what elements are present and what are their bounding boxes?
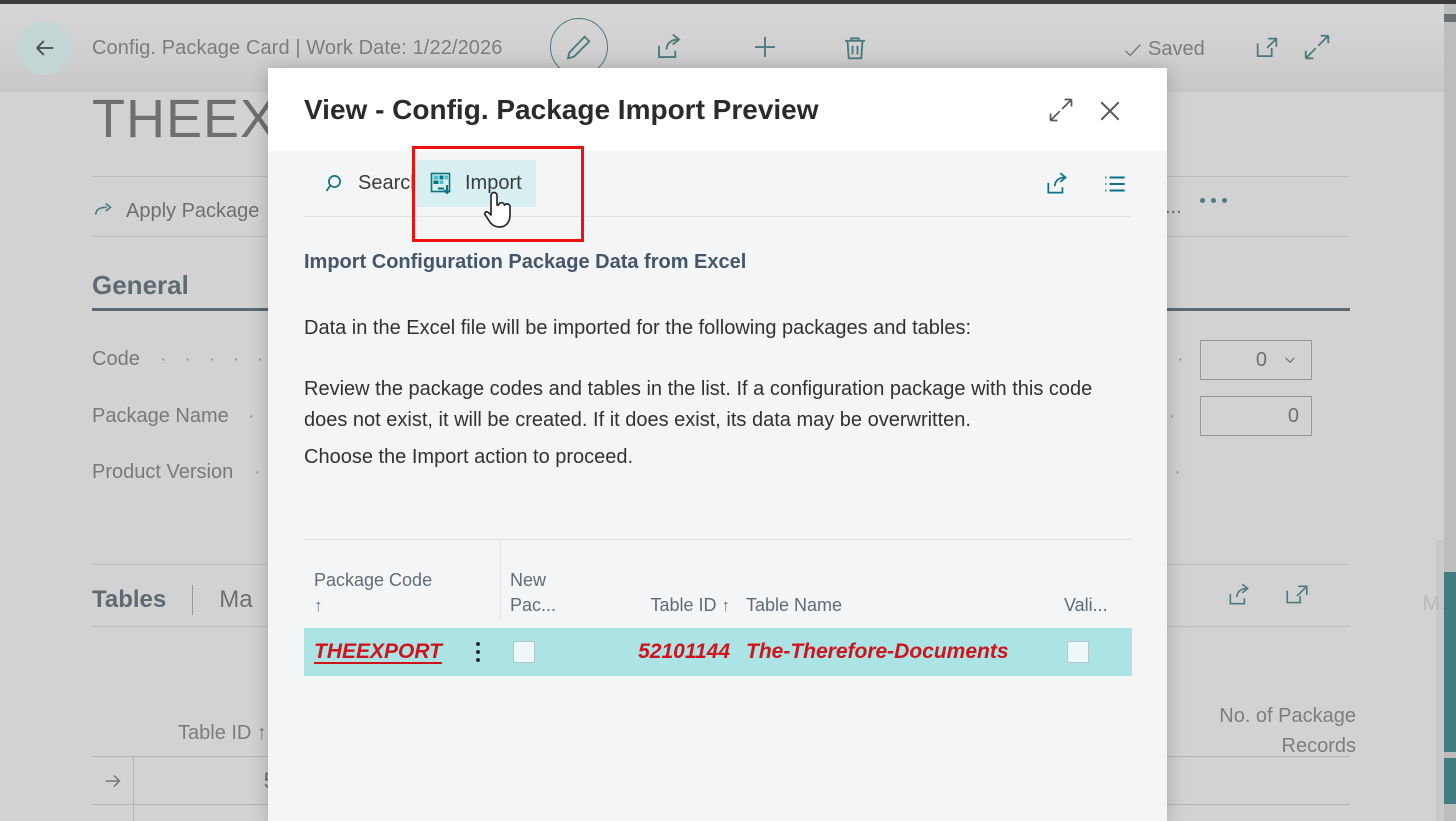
new-button[interactable] — [748, 32, 782, 67]
kebab-dot — [476, 658, 480, 662]
column-header-validate[interactable]: Vali... — [1064, 593, 1108, 618]
dialog-toolbar-right-icons — [1043, 171, 1129, 197]
check-icon — [1122, 39, 1144, 61]
preview-table-header: Package Code ↑ New Pac... Table ID ↑ Tab… — [304, 540, 1132, 620]
column-header-package-code-label: Package Code — [314, 570, 432, 590]
inner-scrollbar-track[interactable] — [1436, 540, 1444, 821]
subgrid-toolbar — [1225, 582, 1311, 608]
import-excel-icon — [429, 171, 455, 197]
arrow-curve-right-icon — [92, 200, 116, 222]
import-preview-dialog: View - Config. Package Import Preview Se… — [268, 68, 1167, 821]
close-icon — [1095, 96, 1125, 126]
arrow-right-icon — [101, 770, 125, 792]
column-header-table-id-label: Table ID — [650, 595, 716, 615]
plus-icon — [748, 32, 782, 62]
apply-package-button[interactable]: Apply Package — [92, 200, 259, 223]
back-button[interactable] — [18, 21, 72, 75]
checkbox-new-package[interactable] — [513, 641, 535, 663]
dialog-paragraph-3: Choose the Import action to proceed. — [304, 442, 1132, 473]
teal-accent-strip — [1444, 758, 1456, 804]
share-button[interactable] — [652, 32, 686, 67]
trash-icon — [840, 32, 870, 62]
ellipsis-dot — [1211, 198, 1216, 203]
dialog-title: View - Config. Package Import Preview — [304, 94, 819, 126]
column-header-table-id[interactable]: Table ID ↑ — [600, 593, 730, 618]
delete-button[interactable] — [840, 32, 870, 67]
page-scrollbar-thumb[interactable] — [1444, 14, 1456, 22]
saved-status: Saved — [1122, 38, 1205, 61]
grid-header-table-id[interactable]: Table ID ↑ — [178, 722, 267, 745]
open-in-excel-icon[interactable] — [1283, 582, 1311, 608]
search-icon — [324, 172, 348, 196]
import-label: Import — [465, 172, 522, 195]
column-header-table-name-label: Table Name — [746, 595, 842, 615]
cell-package-code[interactable]: THEEXPORT — [314, 640, 442, 664]
row-menu-button[interactable] — [476, 642, 480, 662]
checkbox-validate[interactable] — [1067, 641, 1089, 663]
dialog-subtitle: Import Configuration Package Data from E… — [304, 251, 746, 274]
pencil-icon — [564, 32, 594, 62]
chevron-down-icon[interactable] — [1281, 351, 1299, 369]
column-header-new-package[interactable]: New Pac... — [510, 568, 580, 618]
dialog-close-button[interactable] — [1095, 96, 1125, 131]
share-icon — [652, 32, 686, 62]
dialog-paragraph-2: Review the package codes and tables in t… — [304, 374, 1132, 436]
open-in-new-window-button[interactable] — [1252, 34, 1282, 67]
open-new-window-icon — [1252, 34, 1282, 62]
ellipsis-dot — [1200, 198, 1205, 203]
cell-package-records — [1150, 757, 1350, 805]
package-name-field-value: 0 — [1288, 405, 1299, 428]
column-header-new-package-label: New Pac... — [510, 570, 556, 615]
column-separator — [500, 540, 501, 620]
share-icon[interactable] — [1225, 582, 1253, 608]
search-label: Search — [358, 172, 421, 195]
field-label-code: Code — [92, 348, 140, 371]
tab-manual[interactable]: Ma — [193, 586, 252, 614]
kebab-dot — [476, 642, 480, 646]
divider — [1150, 626, 1350, 627]
field-label-package-name: Package Name — [92, 405, 229, 428]
share-icon[interactable] — [1043, 171, 1071, 197]
column-header-package-code[interactable]: Package Code ↑ — [314, 568, 484, 618]
dialog-toolbar: Search Import — [268, 151, 1167, 216]
column-header-validate-label: Vali... — [1064, 595, 1108, 615]
divider — [304, 216, 1131, 217]
cell-table-id: 52101144 — [600, 640, 730, 664]
row-indicator — [92, 805, 134, 821]
table-row[interactable]: THEEXPORT 52101144 The-Therefore-Documen… — [304, 628, 1132, 676]
tabs: Tables Ma — [92, 578, 253, 622]
fullscreen-button[interactable] — [1302, 32, 1332, 67]
sort-ascending-icon: ↑ — [722, 596, 731, 615]
field-label-product-version: Product Version — [92, 461, 233, 484]
package-name-field[interactable]: 0 — [1200, 396, 1312, 436]
cell-package-records — [1150, 805, 1350, 821]
column-header-table-name[interactable]: Table Name — [746, 593, 842, 618]
code-field[interactable]: 0 — [1200, 340, 1312, 380]
cell-table-name: The-Therefore-Documents — [746, 640, 1009, 664]
grid-header-table-id-label: Table ID ↑ — [178, 722, 267, 745]
expand-diagonal-icon — [1047, 96, 1075, 124]
sort-ascending-icon: ↑ — [314, 596, 323, 615]
grid-header-package-records: No. of Package Records — [1196, 701, 1356, 761]
section-header-general: General — [92, 270, 189, 301]
dialog-expand-button[interactable] — [1047, 96, 1075, 129]
tab-tables[interactable]: Tables — [92, 586, 192, 614]
code-field-value: 0 — [1256, 349, 1267, 372]
breadcrumb: Config. Package Card | Work Date: 1/22/2… — [92, 37, 502, 60]
dialog-paragraph-1: Data in the Excel file will be imported … — [304, 313, 1132, 344]
kebab-dot — [476, 650, 480, 654]
apply-package-label: Apply Package — [126, 200, 259, 223]
import-button[interactable]: Import — [415, 160, 536, 207]
teal-strip-label: M. — [1423, 592, 1446, 616]
overflow-menu-button[interactable] — [1200, 198, 1227, 203]
ellipsis-dot — [1222, 198, 1227, 203]
saved-label: Saved — [1148, 38, 1205, 61]
expand-diagonal-icon — [1302, 32, 1332, 62]
list-icon[interactable] — [1101, 171, 1129, 197]
row-indicator — [92, 757, 134, 805]
arrow-left-icon — [31, 34, 59, 62]
